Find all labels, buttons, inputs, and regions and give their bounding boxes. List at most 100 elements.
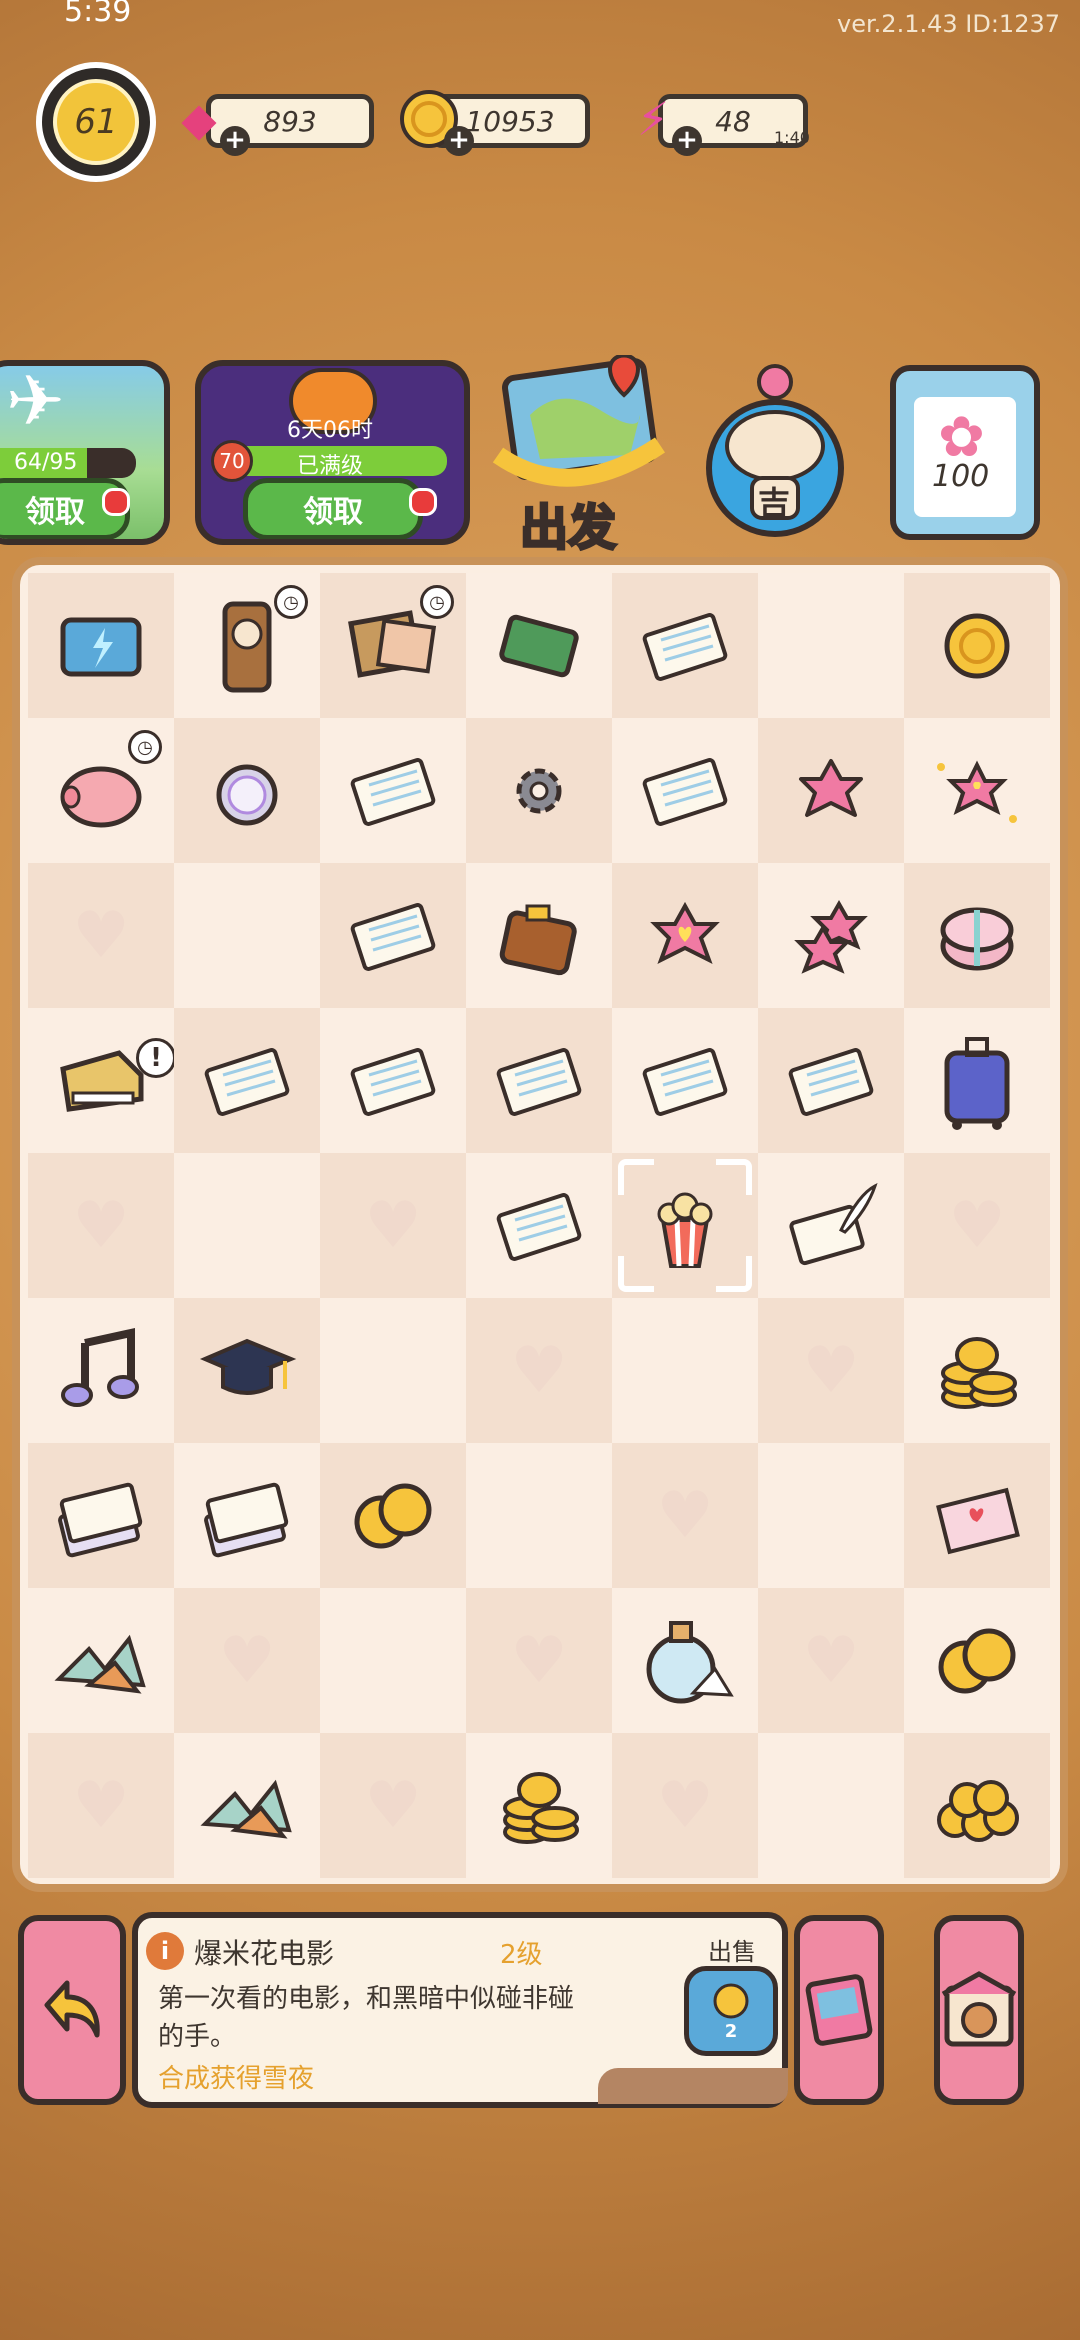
collection-book-button[interactable] bbox=[794, 1915, 884, 2105]
board-cell[interactable] bbox=[466, 1733, 612, 1878]
letter-stack-icon[interactable] bbox=[49, 1464, 153, 1568]
suitcase-icon[interactable] bbox=[925, 1029, 1029, 1133]
letter-icon[interactable] bbox=[633, 739, 737, 843]
board-cell[interactable] bbox=[174, 1733, 320, 1878]
briefcase-icon[interactable] bbox=[487, 884, 591, 988]
board-cell[interactable] bbox=[466, 573, 612, 718]
board-cell[interactable]: ♥ bbox=[612, 1443, 758, 1588]
board-cell[interactable] bbox=[466, 1443, 612, 1588]
paper-crane-pile-icon[interactable] bbox=[195, 1754, 299, 1858]
board-cell[interactable]: ♥ bbox=[320, 1733, 466, 1878]
letter-icon[interactable] bbox=[487, 1029, 591, 1133]
envelope-heart-icon[interactable] bbox=[925, 1464, 1029, 1568]
flower-icon[interactable] bbox=[779, 739, 883, 843]
board-cell[interactable] bbox=[174, 718, 320, 863]
letter-quill-icon[interactable] bbox=[779, 1174, 883, 1278]
board-cell[interactable] bbox=[320, 1588, 466, 1733]
add-gems-icon[interactable]: + bbox=[220, 126, 250, 156]
board-cell[interactable]: ♥ bbox=[28, 863, 174, 1008]
board-cell[interactable] bbox=[904, 863, 1050, 1008]
board-cell[interactable] bbox=[320, 1008, 466, 1153]
letter-icon[interactable] bbox=[341, 739, 445, 843]
letter-icon[interactable] bbox=[633, 594, 737, 698]
board-cell[interactable] bbox=[612, 1153, 758, 1298]
board-cell[interactable] bbox=[904, 1588, 1050, 1733]
board-cell[interactable] bbox=[904, 1298, 1050, 1443]
board-cell[interactable] bbox=[758, 573, 904, 718]
board-cell[interactable] bbox=[320, 1298, 466, 1443]
event-card-halloween[interactable]: 6天06时 70 已满级 领取 bbox=[195, 360, 470, 545]
board-cell[interactable] bbox=[904, 1443, 1050, 1588]
book-bolt-icon[interactable] bbox=[49, 594, 153, 698]
board-cell[interactable] bbox=[758, 863, 904, 1008]
graduation-cap-icon[interactable] bbox=[195, 1319, 299, 1423]
level-badge[interactable]: 61 bbox=[36, 62, 156, 182]
board-cell[interactable] bbox=[612, 718, 758, 863]
sell-button[interactable]: 2 bbox=[684, 1966, 778, 2056]
board-cell[interactable] bbox=[174, 1443, 320, 1588]
pet-house-button[interactable] bbox=[934, 1915, 1024, 2105]
lucky-cat-button[interactable]: 吉 bbox=[700, 350, 850, 540]
board-cell[interactable]: ◷ bbox=[174, 573, 320, 718]
board-cell[interactable] bbox=[28, 1588, 174, 1733]
grand-piano-icon[interactable] bbox=[49, 1029, 153, 1133]
board-cell[interactable] bbox=[174, 863, 320, 1008]
board-cell[interactable]: ♥ bbox=[466, 1298, 612, 1443]
board-cell[interactable] bbox=[758, 1008, 904, 1153]
coin-pile-icon[interactable] bbox=[925, 1754, 1029, 1858]
info-icon[interactable]: i bbox=[146, 1932, 184, 1970]
board-cell[interactable]: ◷ bbox=[28, 718, 174, 863]
board-cell[interactable] bbox=[174, 1008, 320, 1153]
board-cell[interactable] bbox=[904, 1733, 1050, 1878]
add-energy-icon[interactable]: + bbox=[672, 126, 702, 156]
letter-icon[interactable] bbox=[779, 1029, 883, 1133]
board-cell[interactable] bbox=[612, 573, 758, 718]
back-button[interactable] bbox=[18, 1915, 126, 2105]
letter-icon[interactable] bbox=[341, 884, 445, 988]
board-cell[interactable] bbox=[174, 1153, 320, 1298]
board-cell[interactable] bbox=[174, 1298, 320, 1443]
board-cell[interactable] bbox=[758, 1733, 904, 1878]
claim-button-2[interactable]: 领取 bbox=[243, 478, 423, 539]
letter-icon[interactable] bbox=[195, 1029, 299, 1133]
board-cell[interactable] bbox=[904, 573, 1050, 718]
board-cell[interactable]: ♥ bbox=[612, 1733, 758, 1878]
board-cell[interactable] bbox=[320, 1443, 466, 1588]
board-cell[interactable]: ♥ bbox=[758, 1588, 904, 1733]
board-cell[interactable]: ♥ bbox=[174, 1588, 320, 1733]
letter-icon[interactable] bbox=[633, 1029, 737, 1133]
paper-crane-pile-icon[interactable] bbox=[49, 1609, 153, 1713]
bottle-crane-icon[interactable] bbox=[633, 1609, 737, 1713]
pocket-watch-icon[interactable] bbox=[195, 739, 299, 843]
board-cell[interactable] bbox=[758, 1443, 904, 1588]
board-cell[interactable] bbox=[904, 1008, 1050, 1153]
board-cell[interactable] bbox=[612, 1588, 758, 1733]
board-cell[interactable] bbox=[904, 718, 1050, 863]
gear-icon[interactable] bbox=[487, 739, 591, 843]
board-cell[interactable] bbox=[28, 573, 174, 718]
letter-icon[interactable] bbox=[487, 1174, 591, 1278]
board-cell[interactable] bbox=[466, 1008, 612, 1153]
board-cell[interactable]: ♥ bbox=[466, 1588, 612, 1733]
board-cell[interactable] bbox=[466, 1153, 612, 1298]
coin-pair-icon[interactable] bbox=[925, 1609, 1029, 1713]
board-cell[interactable]: ♥ bbox=[904, 1153, 1050, 1298]
board-cell[interactable] bbox=[466, 718, 612, 863]
board-cell[interactable] bbox=[612, 863, 758, 1008]
board-cell[interactable] bbox=[466, 863, 612, 1008]
board-cell[interactable]: ! bbox=[28, 1008, 176, 1153]
coin-stack-icon[interactable] bbox=[487, 1754, 591, 1858]
board-cell[interactable]: ♥ bbox=[28, 1733, 174, 1878]
music-note-icon[interactable] bbox=[49, 1319, 153, 1423]
board-cell[interactable]: ◷ bbox=[320, 573, 466, 718]
board-cell[interactable] bbox=[320, 718, 466, 863]
coin-pair-icon[interactable] bbox=[341, 1464, 445, 1568]
board-cell[interactable] bbox=[612, 1298, 758, 1443]
double-flower-icon[interactable] bbox=[779, 884, 883, 988]
flower-heart-burst-icon[interactable] bbox=[925, 739, 1029, 843]
board-cell[interactable]: ♥ bbox=[320, 1153, 466, 1298]
add-coins-icon[interactable]: + bbox=[444, 126, 474, 156]
gift-box-icon[interactable] bbox=[925, 884, 1029, 988]
board-cell[interactable]: ♥ bbox=[758, 1298, 904, 1443]
board-cell[interactable] bbox=[758, 1153, 904, 1298]
